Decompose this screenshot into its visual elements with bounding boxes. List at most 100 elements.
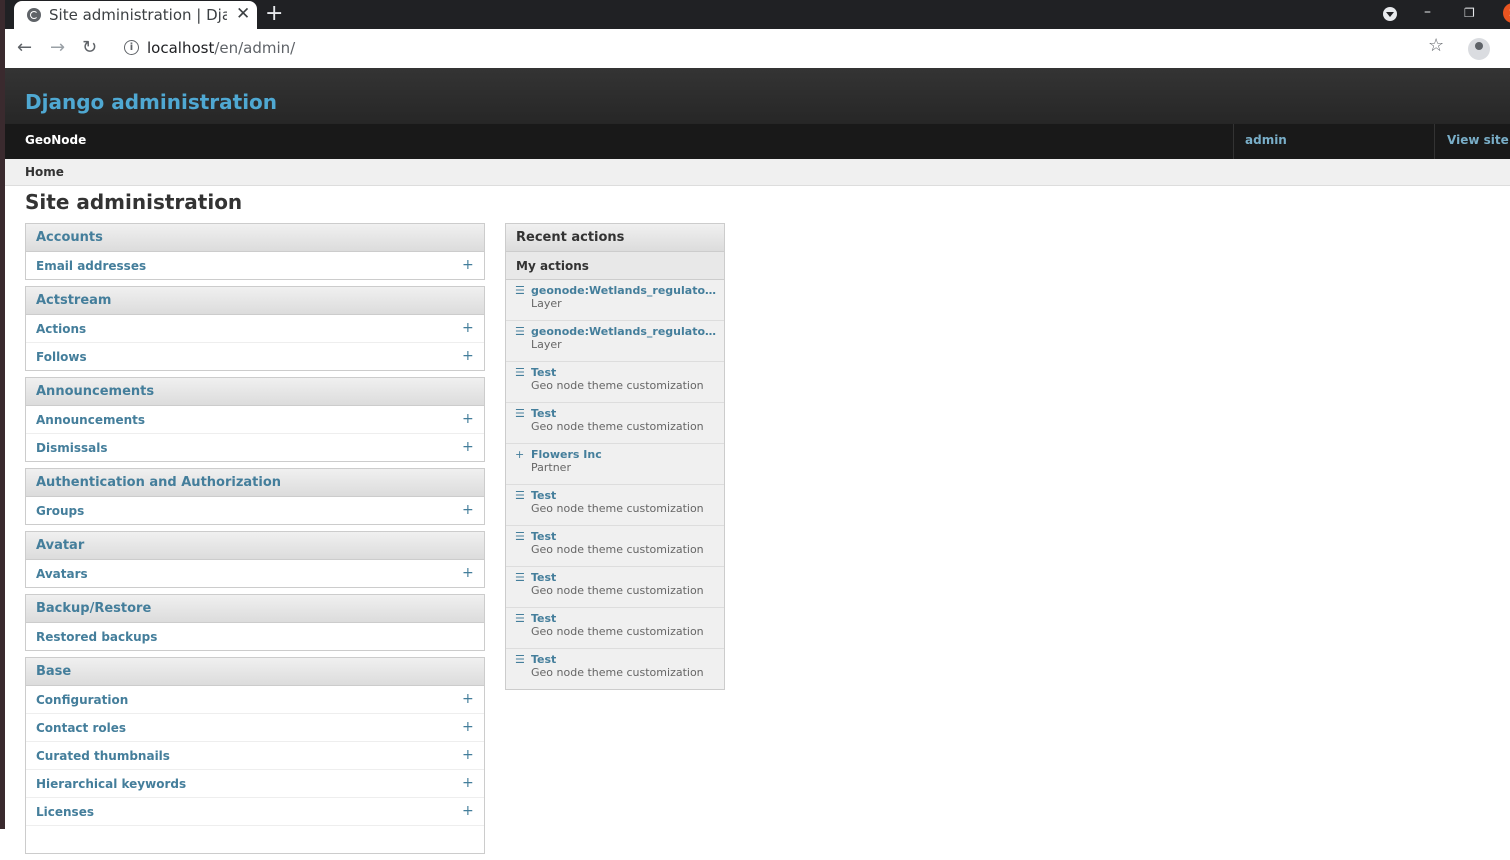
model-link[interactable]: Licenses (36, 805, 94, 819)
module-caption: Authentication and Authorization (26, 469, 484, 497)
recent-action-item: ☰ Test Geo node theme customization (506, 567, 724, 608)
info-icon[interactable]: i (124, 40, 139, 55)
change-action-icon: ☰ (515, 407, 525, 420)
recent-action-link[interactable]: Test (531, 571, 717, 584)
add-icon[interactable]: + (462, 320, 474, 336)
url-host: localhost (147, 39, 215, 57)
model-row: Follows + (26, 343, 484, 370)
change-action-icon: ☰ (515, 489, 525, 502)
add-icon[interactable]: + (462, 803, 474, 819)
model-link[interactable]: Actions (36, 322, 86, 336)
model-row: Actions + (26, 315, 484, 343)
change-action-icon: ☰ (515, 653, 525, 666)
admin-header: Django administration GeoNode admin View… (5, 68, 1510, 159)
add-icon[interactable]: + (462, 348, 474, 364)
tab-search-icon[interactable] (1383, 7, 1397, 21)
add-icon[interactable]: + (462, 411, 474, 427)
module-title-link[interactable]: Backup/Restore (36, 601, 151, 616)
add-icon[interactable]: + (462, 747, 474, 763)
recent-action-link[interactable]: Test (531, 653, 717, 666)
model-link[interactable]: Announcements (36, 413, 145, 427)
module-title-link[interactable]: Authentication and Authorization (36, 475, 281, 490)
app-module: Actstream Actions + Follows + (25, 286, 485, 371)
breadcrumb: Home (5, 159, 1510, 186)
reload-icon[interactable]: ↻ (82, 37, 97, 58)
model-link[interactable]: Avatars (36, 567, 88, 581)
forward-icon[interactable]: → (50, 37, 65, 58)
recent-action-link[interactable]: Test (531, 612, 717, 625)
page-title: Site administration (25, 190, 243, 214)
recent-action-item: ☰ Test Geo node theme customization (506, 526, 724, 567)
recent-action-link[interactable]: geonode:Wetlands_regulatory_a... (531, 325, 717, 338)
app-module-list: Accounts Email addresses + Actstream Actions… (25, 223, 485, 860)
model-link[interactable]: Dismissals (36, 441, 107, 455)
model-link[interactable]: Restored backups (36, 630, 157, 644)
recent-action-type: Geo node theme customization (531, 420, 704, 433)
add-icon[interactable]: + (462, 439, 474, 455)
view-site-link[interactable]: View site (1447, 133, 1509, 147)
restore-icon[interactable]: ❐ (1464, 6, 1475, 20)
model-link[interactable]: Curated thumbnails (36, 749, 170, 763)
globe-icon (27, 8, 41, 22)
add-icon[interactable]: + (462, 691, 474, 707)
app-module: Announcements Announcements + Dismissals + (25, 377, 485, 462)
my-actions-caption: My actions (506, 252, 724, 280)
recent-action-item: + Flowers Inc Partner (506, 444, 724, 485)
model-link[interactable]: Groups (36, 504, 84, 518)
recent-action-link[interactable]: Test (531, 407, 717, 420)
recent-action-item: ☰ Test Geo node theme customization (506, 362, 724, 403)
change-action-icon: ☰ (515, 571, 525, 584)
module-title-link[interactable]: Base (36, 664, 71, 679)
add-icon[interactable]: + (462, 257, 474, 273)
module-caption: Announcements (26, 378, 484, 406)
recent-actions-panel: Recent actions My actions ☰ geonode:Wetla… (505, 223, 725, 690)
change-action-icon: ☰ (515, 366, 525, 379)
window-close-icon[interactable]: ✕ (1503, 3, 1510, 23)
user-menu-link[interactable]: admin (1245, 133, 1287, 147)
module-title-link[interactable]: Actstream (36, 293, 111, 308)
model-row: Groups + (26, 497, 484, 524)
model-row: Hierarchical keywords + (26, 770, 484, 798)
model-link[interactable]: Contact roles (36, 721, 126, 735)
back-icon[interactable]: ← (17, 37, 32, 58)
recent-action-type: Layer (531, 338, 562, 351)
model-link[interactable]: Hierarchical keywords (36, 777, 186, 791)
recent-action-link[interactable]: Test (531, 366, 717, 379)
model-row: Configuration + (26, 686, 484, 714)
recent-action-link[interactable]: Test (531, 530, 717, 543)
module-caption: Actstream (26, 287, 484, 315)
model-row: Licenses + (26, 798, 484, 826)
new-tab-icon[interactable]: + (265, 1, 283, 26)
close-tab-icon[interactable]: ✕ (236, 4, 250, 24)
recent-action-link[interactable]: Flowers Inc (531, 448, 717, 461)
recent-action-link[interactable]: geonode:Wetlands_regulatory_a... (531, 284, 717, 297)
add-icon[interactable]: + (462, 565, 474, 581)
module-title-link[interactable]: Avatar (36, 538, 84, 553)
model-link[interactable]: Email addresses (36, 259, 146, 273)
site-branding[interactable]: Django administration (25, 90, 277, 114)
address-bar[interactable]: i localhost/en/admin/ (113, 33, 1463, 63)
module-title-link[interactable]: Accounts (36, 230, 103, 245)
recent-action-link[interactable]: Test (531, 489, 717, 502)
recent-action-type: Geo node theme customization (531, 625, 704, 638)
breadcrumb-home[interactable]: Home (25, 165, 64, 179)
recent-action-item: ☰ Test Geo node theme customization (506, 485, 724, 526)
model-link[interactable]: Configuration (36, 693, 128, 707)
model-link[interactable]: Follows (36, 350, 87, 364)
browser-tab[interactable]: Site administration | Django site admin … (14, 1, 257, 29)
add-icon[interactable]: + (462, 775, 474, 791)
module-caption: Avatar (26, 532, 484, 560)
add-icon[interactable]: + (462, 502, 474, 518)
change-action-icon: ☰ (515, 284, 525, 297)
minimize-icon[interactable]: – (1424, 4, 1431, 20)
my-actions-title: My actions (516, 259, 589, 273)
profile-avatar-icon[interactable] (1468, 38, 1490, 60)
app-module: Base Configuration + Contact roles + Curated … (25, 657, 485, 854)
url-text: localhost/en/admin/ (147, 39, 295, 57)
recent-action-type: Geo node theme customization (531, 543, 704, 556)
add-icon[interactable]: + (462, 719, 474, 735)
bookmark-star-icon[interactable]: ☆ (1428, 35, 1444, 56)
module-title-link[interactable]: Announcements (36, 384, 154, 399)
browser-toolbar: ← → ↻ i localhost/en/admin/ ☆ (5, 29, 1510, 69)
model-row (26, 826, 484, 853)
